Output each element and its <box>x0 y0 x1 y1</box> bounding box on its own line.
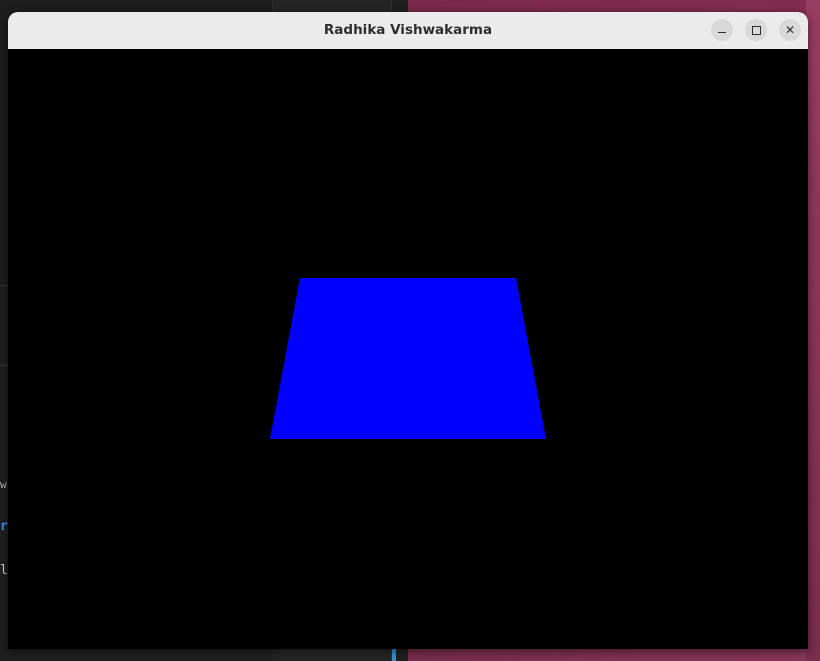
close-button[interactable]: ✕ <box>779 19 801 41</box>
wallpaper-edge <box>806 0 820 661</box>
window-title: Radhika Vishwakarma <box>323 22 493 38</box>
close-icon: ✕ <box>784 23 796 37</box>
window-titlebar[interactable]: Radhika Vishwakarma ✕ <box>8 12 808 50</box>
blue-trapezoid <box>270 278 546 439</box>
render-canvas[interactable] <box>8 49 808 649</box>
minimize-button[interactable] <box>711 19 733 41</box>
background-scroll-marker <box>392 648 396 661</box>
maximize-icon <box>751 25 761 35</box>
scene-svg <box>8 49 808 649</box>
background-text-fragment: l <box>0 563 8 578</box>
background-text-fragment: w <box>0 478 7 491</box>
maximize-button[interactable] <box>745 19 767 41</box>
app-window: Radhika Vishwakarma ✕ <box>8 12 808 649</box>
minimize-icon <box>718 32 726 33</box>
background-text-fragment: r <box>0 519 8 534</box>
